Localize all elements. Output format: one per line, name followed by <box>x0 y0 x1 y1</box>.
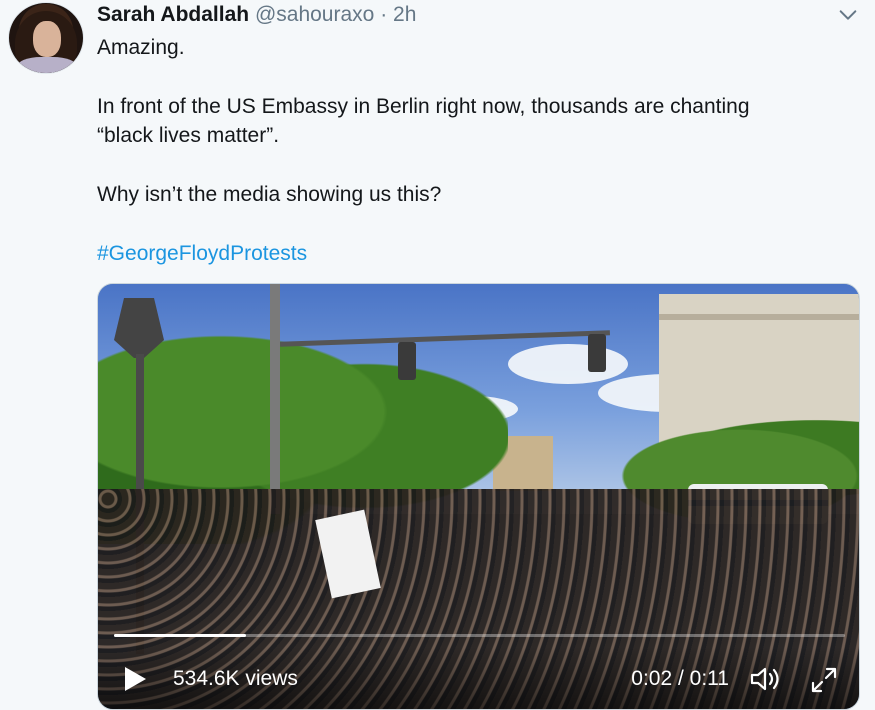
view-count: 534.6K views <box>173 667 298 690</box>
tweet[interactable]: Sarah Abdallah @sahouraxo · 2h Amazing. … <box>0 0 875 710</box>
video-player[interactable]: 534.6K views 0:02 / 0:11 <box>97 283 860 710</box>
hashtag-link[interactable]: #GeorgeFloydProtests <box>97 239 857 268</box>
header-separator: · <box>380 3 388 26</box>
author-handle[interactable]: @sahouraxo <box>255 3 374 26</box>
tweet-text-line-3: “black lives matter”. <box>97 124 280 147</box>
play-icon[interactable] <box>122 665 148 693</box>
volume-icon[interactable] <box>749 664 781 694</box>
tweet-text-line-1: Amazing. <box>97 36 185 59</box>
video-frame-pole <box>270 284 280 514</box>
tweet-text-line-2: In front of the US Embassy in Berlin rig… <box>97 95 750 118</box>
avatar-face <box>33 21 61 57</box>
video-frame-signal <box>588 334 606 372</box>
tweet-timestamp[interactable]: 2h <box>393 3 416 26</box>
fullscreen-icon[interactable] <box>809 665 839 695</box>
avatar-shirt <box>17 57 77 73</box>
avatar[interactable] <box>8 2 84 74</box>
video-frame-signal <box>398 342 416 380</box>
tweet-header: Sarah Abdallah @sahouraxo · 2h <box>97 2 416 28</box>
chevron-down-icon[interactable] <box>837 4 859 26</box>
video-frame-cloud <box>508 344 628 384</box>
author-name[interactable]: Sarah Abdallah <box>97 3 249 26</box>
video-progress-bar[interactable] <box>114 634 845 637</box>
video-progress-fill <box>114 634 246 637</box>
video-timecode: 0:02 / 0:11 <box>631 667 729 690</box>
video-controls: 534.6K views 0:02 / 0:11 <box>98 647 859 709</box>
tweet-text-line-4: Why isn’t the media showing us this? <box>97 183 442 206</box>
